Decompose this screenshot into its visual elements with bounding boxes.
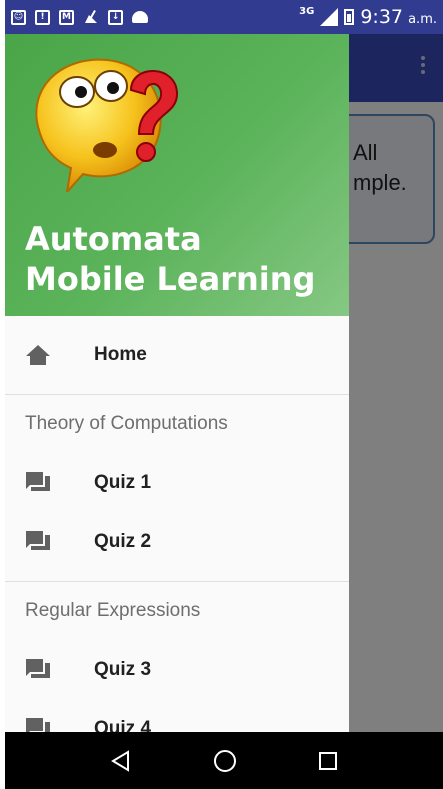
- drawer-item-home[interactable]: Home: [5, 316, 349, 394]
- navigation-drawer: Automata Mobile Learning Home Theory of …: [5, 34, 349, 732]
- section-header-theory: Theory of Computations: [25, 413, 228, 434]
- forum-icon: [26, 531, 50, 550]
- signal-icon: [320, 8, 339, 26]
- gmail-icon: M: [59, 9, 74, 25]
- drawer-item-quiz-4[interactable]: Quiz 4: [5, 699, 349, 732]
- recents-icon[interactable]: [318, 751, 338, 771]
- download-icon: ↓: [108, 9, 123, 25]
- chat-face-icon: ☺: [11, 9, 26, 25]
- confused-emoji-logo: [35, 58, 179, 192]
- drawer-item-quiz-1[interactable]: Quiz 1: [5, 453, 349, 512]
- forum-icon: [26, 659, 50, 678]
- drawer-item-label: Quiz 3: [94, 658, 152, 680]
- drawer-item-quiz-2[interactable]: Quiz 2: [5, 512, 349, 571]
- drawer-item-label: Quiz 1: [94, 471, 152, 493]
- network-type: 3G: [299, 5, 315, 17]
- alert-icon: !: [35, 9, 50, 25]
- notification-icons: ☺ ! M ↓: [5, 9, 148, 25]
- drawer-item-label: Home: [94, 344, 147, 365]
- home-icon: [26, 345, 50, 365]
- system-nav-bar: [5, 732, 443, 789]
- drawer-header: Automata Mobile Learning: [5, 34, 349, 316]
- section-header-regex: Regular Expressions: [25, 600, 201, 621]
- status-bar: ☺ ! M ↓ 3G 9:37 a.m.: [5, 0, 443, 34]
- home-button-icon[interactable]: [213, 749, 237, 773]
- system-status: 3G 9:37 a.m.: [299, 5, 443, 29]
- back-icon[interactable]: [110, 749, 132, 772]
- drawer-app-title: Automata Mobile Learning: [25, 219, 315, 299]
- drawer-item-label: Quiz 2: [94, 530, 152, 552]
- forum-icon: [26, 718, 50, 732]
- battery-icon: [344, 9, 355, 25]
- status-clock: 9:37 a.m.: [360, 6, 437, 28]
- clock-time: 9:37: [360, 6, 403, 28]
- drawer-item-quiz-3[interactable]: Quiz 3: [5, 640, 349, 699]
- app-title-line2: Mobile Learning: [25, 260, 316, 298]
- drawer-item-label: Quiz 4: [94, 717, 152, 733]
- app-title-line1: Automata: [25, 220, 202, 258]
- forum-icon: [26, 472, 50, 491]
- clock-ampm: a.m.: [408, 12, 437, 27]
- clean-icon: [85, 10, 97, 23]
- android-icon: [132, 11, 148, 23]
